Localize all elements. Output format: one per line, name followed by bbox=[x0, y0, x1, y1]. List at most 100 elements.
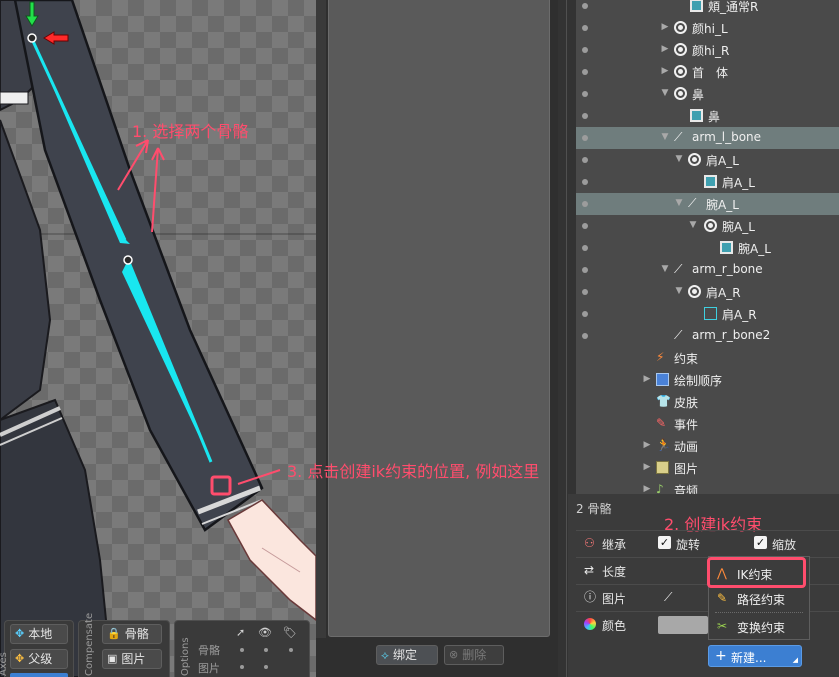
tree-row[interactable]: 頬_通常R bbox=[576, 0, 839, 17]
color-label: 颜色 bbox=[602, 619, 627, 633]
local-axes-label: 本地 bbox=[28, 627, 53, 641]
scale-label: 缩放 bbox=[772, 538, 797, 552]
menu-divider bbox=[715, 612, 803, 613]
viewport-canvas[interactable] bbox=[0, 0, 316, 677]
visibility-dot[interactable] bbox=[582, 113, 588, 119]
compensate-bones-button[interactable]: 🔒 骨骼 bbox=[102, 624, 162, 644]
chevron-right-icon[interactable]: ▶ bbox=[642, 462, 652, 472]
hierarchy-tree[interactable]: 頬_通常R ▶ 颜hi_L ▶ 颜hi_R ▶ 首 体 ▼ 鼻 鼻 ▼ ⟋ ar… bbox=[576, 0, 839, 494]
tree-item-label: 鼻 bbox=[708, 110, 721, 124]
tree-item-label: 腕A_L bbox=[722, 220, 755, 234]
chevron-right-icon[interactable]: ▶ bbox=[660, 66, 670, 76]
scale-checkbox[interactable]: ✓ bbox=[754, 536, 767, 549]
options-bones-names-dot[interactable] bbox=[289, 648, 293, 652]
tree-row[interactable]: 鼻 bbox=[576, 105, 839, 127]
visibility-dot[interactable] bbox=[582, 91, 588, 97]
transform-constraint-item[interactable]: ✂ 变换约束 bbox=[709, 614, 809, 640]
visibility-dot[interactable] bbox=[582, 69, 588, 75]
bind-button[interactable]: ⟡ 绑定 bbox=[376, 645, 438, 665]
delete-icon: ⊗ bbox=[449, 648, 459, 661]
splitter-line bbox=[566, 0, 567, 677]
bone-icon: ⟋ bbox=[674, 262, 683, 276]
tree-row[interactable]: ✎ 事件 bbox=[576, 413, 839, 435]
tree-row[interactable]: ⚡ 约束 bbox=[576, 347, 839, 369]
compensate-images-button[interactable]: ▣ 图片 bbox=[102, 649, 162, 669]
options-images-select-dot[interactable] bbox=[240, 665, 244, 669]
local-axes-button[interactable]: ✥ 本地 bbox=[10, 624, 68, 644]
visibility-dot[interactable] bbox=[582, 311, 588, 317]
tree-row[interactable]: ▶ 图片 bbox=[576, 457, 839, 479]
tree-row[interactable]: 👕 皮肤 bbox=[576, 391, 839, 413]
visibility-dot[interactable] bbox=[582, 157, 588, 163]
bone-image-icon[interactable]: ⟋ bbox=[664, 591, 677, 604]
tree-row[interactable]: ▼ 腕A_L bbox=[576, 215, 839, 237]
tree-row[interactable]: 肩A_R bbox=[576, 303, 839, 325]
visibility-dot[interactable] bbox=[582, 3, 588, 9]
tree-item-label: 腕A_L bbox=[738, 242, 771, 256]
new-button[interactable]: + 新建... ◢ bbox=[708, 645, 802, 667]
delete-button[interactable]: ⊗ 删除 bbox=[444, 645, 504, 665]
tree-row[interactable]: ▶ 首 体 bbox=[576, 61, 839, 83]
tree-row[interactable]: ▶ 颜hi_R bbox=[576, 39, 839, 61]
visibility-dot[interactable] bbox=[582, 223, 588, 229]
tree-row[interactable]: 腕A_L bbox=[576, 237, 839, 259]
world-axes-button[interactable] bbox=[10, 673, 68, 677]
rotate-checkbox[interactable]: ✓ bbox=[658, 536, 671, 549]
visibility-dot[interactable] bbox=[582, 179, 588, 185]
options-bones-visible-dot[interactable] bbox=[264, 648, 268, 652]
tree-row[interactable]: ▼ ⟋ arm_r_bone bbox=[576, 259, 839, 281]
visibility-dot[interactable] bbox=[582, 201, 588, 207]
chevron-right-icon[interactable]: ▶ bbox=[642, 374, 652, 384]
delete-label: 删除 bbox=[462, 648, 487, 662]
tree-row[interactable]: 肩A_L bbox=[576, 171, 839, 193]
visibility-dot[interactable] bbox=[582, 25, 588, 31]
visibility-dot[interactable] bbox=[582, 333, 588, 339]
tree-item-label: 动画 bbox=[674, 440, 699, 454]
parent-axes-label: 父级 bbox=[28, 652, 53, 666]
visibility-dot[interactable] bbox=[582, 289, 588, 295]
slot-icon bbox=[704, 175, 717, 188]
chevron-right-icon[interactable]: ▶ bbox=[642, 440, 652, 450]
chevron-down-icon[interactable]: ▼ bbox=[674, 286, 684, 296]
chevron-right-icon[interactable]: ▶ bbox=[660, 44, 670, 54]
tree-item-label: 绘制顺序 bbox=[674, 374, 723, 388]
tree-row[interactable]: ▶ 🏃 动画 bbox=[576, 435, 839, 457]
tree-row-selected[interactable]: ▼ ⟋ arm_l_bone bbox=[576, 127, 839, 149]
visibility-dot[interactable] bbox=[582, 47, 588, 53]
tree-row[interactable]: ▼ 鼻 bbox=[576, 83, 839, 105]
chevron-down-icon[interactable]: ▼ bbox=[674, 154, 684, 164]
viewport[interactable]: 1. 选择两个骨骼 Axes ✥ 本地 ✥ 父级 Compensate 🔒 骨骼… bbox=[0, 0, 316, 677]
tree-row[interactable]: ▼ 肩A_R bbox=[576, 281, 839, 303]
info-icon: ⓘ bbox=[584, 590, 597, 604]
chevron-down-icon[interactable]: ▼ bbox=[660, 132, 670, 142]
select-cursor-icon: ➚ bbox=[236, 626, 246, 639]
panel-divider[interactable] bbox=[316, 0, 326, 677]
options-images-visible-dot[interactable] bbox=[264, 665, 268, 669]
tree-row[interactable]: ⟋ arm_r_bone2 bbox=[576, 325, 839, 347]
tree-row[interactable]: ▼ 肩A_L bbox=[576, 149, 839, 171]
compensate-label: Compensate bbox=[84, 612, 95, 676]
parent-axes-icon: ✥ bbox=[15, 652, 25, 665]
tree-row-selected[interactable]: ▼ ⟋ 腕A_L bbox=[576, 193, 839, 215]
visibility-dot[interactable] bbox=[582, 267, 588, 273]
chevron-down-icon[interactable]: ▼ bbox=[674, 198, 684, 208]
chevron-right-icon[interactable]: ▶ bbox=[660, 22, 670, 32]
path-constraint-item[interactable]: ✎ 路径约束 bbox=[709, 586, 809, 612]
chevron-down-icon[interactable]: ▼ bbox=[688, 220, 698, 230]
tree-row[interactable]: ▶ ♪ 音频 bbox=[576, 479, 839, 495]
visibility-dot[interactable] bbox=[582, 135, 588, 141]
color-swatch[interactable] bbox=[658, 616, 708, 634]
animations-icon: 🏃 bbox=[656, 438, 671, 452]
options-bones-select-dot[interactable] bbox=[240, 648, 244, 652]
bone-icon: ⟋ bbox=[688, 196, 697, 210]
axes-label: Axes bbox=[0, 652, 9, 676]
chevron-down-icon[interactable]: ▼ bbox=[660, 264, 670, 274]
chevron-down-icon[interactable]: ▼ bbox=[660, 88, 670, 98]
chevron-right-icon[interactable]: ▶ bbox=[642, 484, 652, 494]
tree-row[interactable]: ▶ 颜hi_L bbox=[576, 17, 839, 39]
tree-row[interactable]: ▶ 绘制顺序 bbox=[576, 369, 839, 391]
options-images-label: 图片 bbox=[198, 662, 220, 675]
parent-axes-button[interactable]: ✥ 父级 bbox=[10, 649, 68, 669]
visibility-dot[interactable] bbox=[582, 245, 588, 251]
tree-item-label: 皮肤 bbox=[674, 396, 699, 410]
